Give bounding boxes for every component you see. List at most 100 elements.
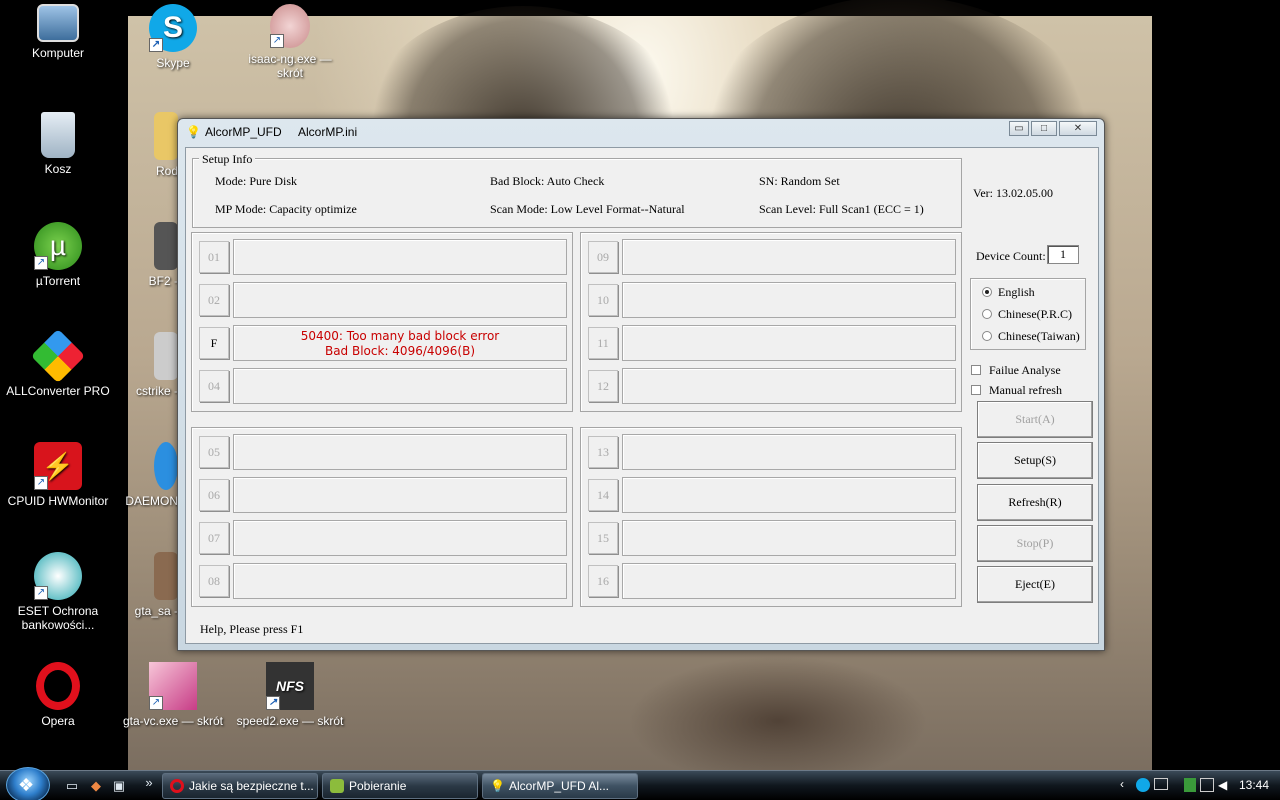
- manual-refresh-checkbox[interactable]: Manual refresh: [971, 383, 1062, 398]
- opera-icon: [170, 779, 184, 793]
- desktop-icon-label: gta-vc.exe — skrót: [122, 714, 224, 728]
- taskbar-item-downloads[interactable]: Pobieranie: [322, 773, 478, 799]
- slot-status: [233, 434, 567, 470]
- desktop-icon-skype[interactable]: S ↗ Skype: [118, 4, 228, 70]
- checkbox-label: Manual refresh: [989, 383, 1062, 397]
- opera-icon: [36, 662, 80, 710]
- scan-mode-text: Scan Mode: Low Level Format--Natural: [490, 202, 685, 216]
- slot-status: [622, 239, 956, 275]
- setup-info-group: Setup Info Mode: Pure Disk Bad Block: Au…: [192, 152, 962, 228]
- slot-number: 15: [588, 522, 618, 554]
- slot-number-failed: F: [199, 327, 229, 359]
- stop-button[interactable]: Stop(P): [977, 525, 1093, 562]
- wallpaper-tree-shadow: [628, 656, 928, 786]
- start-button[interactable]: ❖: [6, 767, 50, 800]
- taskbar-item-label: AlcorMP_UFD Al...: [509, 779, 610, 793]
- error-code-text: 50400: Too many bad block error: [300, 329, 500, 343]
- slot-status: [622, 282, 956, 318]
- desktop-icon-utorrent[interactable]: µ ↗ µTorrent: [3, 222, 113, 288]
- taskbar-item-alcormp[interactable]: 💡 AlcorMP_UFD Al...: [482, 773, 638, 799]
- start-button[interactable]: Start(A): [977, 401, 1093, 438]
- window-client: Setup Info Mode: Pure Disk Bad Block: Au…: [185, 147, 1099, 644]
- window-title: AlcorMP_UFD: [205, 125, 282, 139]
- slot-number: 09: [588, 241, 618, 273]
- desktop-icon-allconverter[interactable]: ALLConverter PRO: [3, 328, 113, 398]
- computer-icon: [37, 4, 79, 42]
- setup-button[interactable]: Setup(S): [977, 442, 1093, 479]
- desktop-icon-eset[interactable]: ↗ ESET Ochrona bankowości...: [3, 552, 113, 632]
- minimize-button[interactable]: ▭: [1009, 121, 1029, 136]
- mp-mode-text: MP Mode: Capacity optimize: [215, 202, 357, 216]
- desktop-icon-folder[interactable]: Rod: [118, 112, 178, 178]
- skype-icon: S ↗: [149, 4, 197, 52]
- clock[interactable]: 13:44: [1239, 778, 1269, 792]
- show-desktop-icon[interactable]: ▭: [64, 778, 80, 794]
- desktop-icon-gta-vc[interactable]: ↗ gta-vc.exe — skrót: [118, 662, 228, 728]
- radio-label: Chinese(P.R.C): [998, 307, 1073, 321]
- device-count-label: Device Count:: [976, 249, 1046, 263]
- desktop-icon-label: Kosz: [44, 162, 72, 176]
- desktop-icon-bf2[interactable]: BF2 -: [118, 222, 178, 288]
- taskbar: ❖ ▭ ◆ ▣ » Jakie są bezpieczne t... Pobie…: [0, 767, 1280, 800]
- switch-windows-icon[interactable]: ▣: [111, 778, 127, 794]
- slot-number: 01: [199, 241, 229, 273]
- isaac-icon: ↗: [270, 4, 310, 48]
- checkbox-icon: [971, 385, 981, 395]
- taskbar-item-opera[interactable]: Jakie są bezpieczne t...: [162, 773, 318, 799]
- slot-error-message: 50400: Too many bad block error Bad Bloc…: [234, 329, 566, 359]
- slot-status: [233, 368, 567, 404]
- device-tray-icon[interactable]: [1154, 778, 1168, 790]
- checkbox-icon: [971, 365, 981, 375]
- desktop-icon-cstrike[interactable]: cstrike -: [118, 332, 178, 398]
- desktop-icon-opera[interactable]: Opera: [3, 662, 113, 728]
- quicklaunch-overflow-icon[interactable]: »: [141, 775, 157, 791]
- slot-status: [622, 520, 956, 556]
- window-titlebar[interactable]: 💡 AlcorMP_UFD AlcorMP.ini ▭ □ ✕: [178, 119, 1104, 145]
- bf2-icon: [154, 222, 178, 270]
- slot-number: 14: [588, 479, 618, 511]
- slot-status: [622, 368, 956, 404]
- version-text: Ver: 13.02.05.00: [973, 186, 1053, 200]
- skype-tray-icon[interactable]: [1136, 778, 1150, 792]
- desktop-icon-label: CPUID HWMonitor: [7, 494, 109, 508]
- desktop-icon-label: ESET Ochrona bankowości...: [17, 604, 99, 632]
- desktop-icon-hwmonitor[interactable]: ⚡ ↗ CPUID HWMonitor: [3, 442, 113, 508]
- desktop-icon-isaac[interactable]: ↗ isaac-ng.exe — skrót: [235, 4, 345, 80]
- refresh-button[interactable]: Refresh(R): [977, 484, 1093, 521]
- desktop-icon-nfs[interactable]: NFS ↗ speed2.exe — skrót: [235, 662, 345, 728]
- radio-chinese-prc[interactable]: Chinese(P.R.C): [982, 307, 1072, 322]
- hwmonitor-icon: ⚡ ↗: [34, 442, 82, 490]
- desktop-icon-recycle-bin[interactable]: Kosz: [3, 112, 113, 176]
- network-tray-icon[interactable]: [1200, 778, 1214, 792]
- slot-number: 05: [199, 436, 229, 468]
- desktop-icon-gta-sa[interactable]: gta_sa -: [118, 552, 178, 618]
- nfs-icon: NFS ↗: [266, 662, 314, 710]
- radio-english[interactable]: English: [982, 285, 1035, 300]
- slot-status: [233, 477, 567, 513]
- tray-expand-icon[interactable]: ‹: [1120, 777, 1124, 791]
- eject-button[interactable]: Eject(E): [977, 566, 1093, 603]
- shortcut-arrow-icon: ↗: [34, 256, 48, 270]
- slot-status: [233, 520, 567, 556]
- volume-icon[interactable]: ◀: [1218, 778, 1227, 792]
- close-button[interactable]: ✕: [1059, 121, 1097, 136]
- shortcut-arrow-icon: ↗: [34, 476, 48, 490]
- failure-analyse-checkbox[interactable]: Failue Analyse: [971, 363, 1061, 378]
- quick-launch-app-icon[interactable]: ◆: [88, 778, 104, 794]
- taskbar-item-label: Jakie są bezpieczne t...: [189, 779, 314, 793]
- windows-logo-icon: ❖: [18, 775, 35, 795]
- slot-number: 08: [199, 565, 229, 597]
- maximize-button[interactable]: □: [1031, 121, 1057, 136]
- daemon-icon: [154, 442, 178, 490]
- desktop-icon-label: Skype: [156, 56, 190, 70]
- slot-status: [622, 325, 956, 361]
- desktop-icon-computer[interactable]: Komputer: [3, 4, 113, 60]
- radio-chinese-taiwan[interactable]: Chinese(Taiwan): [982, 329, 1080, 344]
- slot-status: [622, 477, 956, 513]
- desktop-icon-label: BF2 -: [148, 274, 178, 288]
- folder-icon: [154, 112, 178, 160]
- eset-tray-icon[interactable]: [1184, 778, 1196, 792]
- slot-number: 11: [588, 327, 618, 359]
- desktop-icon-daemon[interactable]: DAEMON: [118, 442, 178, 508]
- shortcut-arrow-icon: ↗: [149, 38, 163, 52]
